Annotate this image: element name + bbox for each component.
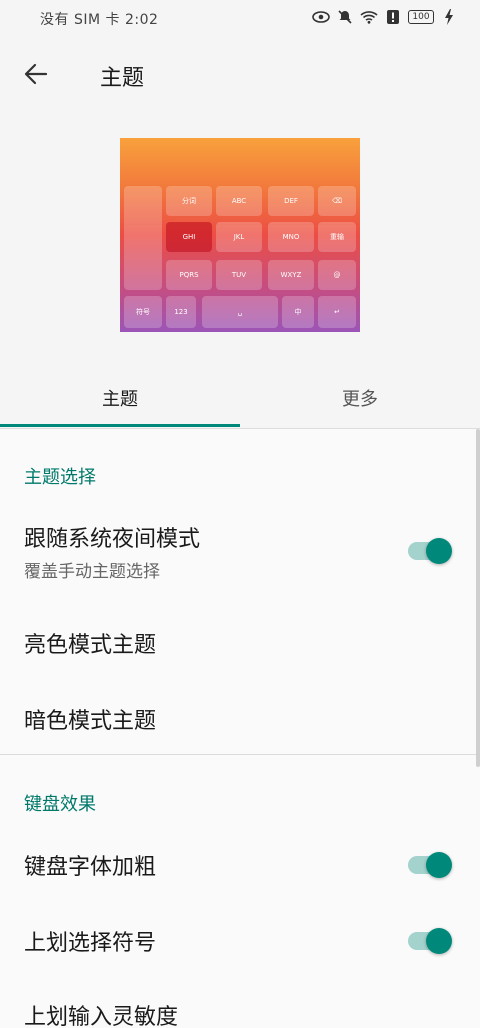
- section-divider: [0, 754, 476, 755]
- wifi-icon: [360, 8, 378, 26]
- preview-key: ABC: [216, 186, 262, 216]
- mute-icon: [336, 8, 354, 26]
- preview-backspace-key: ⌫: [318, 186, 356, 216]
- keyboard-preview[interactable]: 分词 ABC DEF ⌫ GHI JKL MNO 重输 PQRS TUV WXY…: [120, 138, 360, 332]
- setting-title: 键盘字体加粗: [24, 855, 157, 880]
- section-header-theme: 主题选择: [24, 467, 96, 488]
- preview-key: 重输: [318, 222, 356, 252]
- preview-key: TUV: [216, 260, 262, 290]
- toggle-thumb: [426, 928, 452, 954]
- setting-title: 暗色模式主题: [24, 709, 157, 734]
- setting-swipe-up-symbol[interactable]: 上划选择符号: [0, 905, 476, 975]
- tab-indicator: [0, 424, 240, 427]
- back-button[interactable]: [18, 56, 54, 92]
- preview-side-key: [124, 186, 162, 290]
- setting-dark-theme[interactable]: 暗色模式主题: [0, 685, 476, 755]
- charging-icon: [440, 8, 458, 26]
- tab-bar: 主题 更多: [0, 368, 480, 428]
- setting-light-theme[interactable]: 亮色模式主题: [0, 609, 476, 679]
- setting-bold-font[interactable]: 键盘字体加粗: [0, 829, 476, 899]
- preview-key: 分词: [166, 186, 212, 216]
- bold-font-toggle[interactable]: [408, 852, 452, 878]
- setting-swipe-sensitivity[interactable]: 上划输入灵敏度: [0, 985, 476, 1028]
- back-arrow-icon: [24, 63, 48, 85]
- preview-key: @: [318, 260, 356, 290]
- page-title: 主题: [100, 66, 145, 91]
- preview-key: JKL: [216, 222, 262, 252]
- scrollbar[interactable]: [476, 429, 480, 767]
- setting-title: 亮色模式主题: [24, 633, 157, 658]
- toggle-thumb: [426, 852, 452, 878]
- preview-key: PQRS: [166, 260, 212, 290]
- eye-icon: [312, 8, 330, 26]
- settings-list[interactable]: 主题选择 跟随系统夜间模式 覆盖手动主题选择 亮色模式主题 暗色模式主题 键盘效…: [0, 429, 480, 1028]
- toggle-thumb: [426, 538, 452, 564]
- tab-more[interactable]: 更多: [240, 368, 480, 428]
- setting-subtitle: 覆盖手动主题选择: [24, 562, 160, 582]
- preview-symbol-key: 符号: [124, 296, 162, 328]
- setting-title: 跟随系统夜间模式: [24, 527, 201, 552]
- preview-enter-key: ↵: [318, 296, 356, 328]
- status-carrier-time: 没有 SIM 卡 2:02: [40, 12, 159, 28]
- preview-space-key: ␣: [202, 296, 278, 328]
- preview-key: MNO: [268, 222, 314, 252]
- preview-key: DEF: [268, 186, 314, 216]
- battery-icon: 100: [408, 10, 434, 24]
- setting-title: 上划输入灵敏度: [24, 1005, 179, 1028]
- swipe-up-symbol-toggle[interactable]: [408, 928, 452, 954]
- preview-key: WXYZ: [268, 260, 314, 290]
- setting-follow-system-night-mode[interactable]: 跟随系统夜间模式 覆盖手动主题选择: [0, 509, 476, 599]
- follow-system-toggle[interactable]: [408, 538, 452, 564]
- alert-icon: [384, 8, 402, 26]
- setting-title: 上划选择符号: [24, 931, 157, 956]
- status-bar: 没有 SIM 卡 2:02 100: [0, 0, 480, 36]
- preview-key: GHI: [166, 222, 212, 252]
- app-bar: 主题: [0, 36, 480, 112]
- tab-theme[interactable]: 主题: [0, 368, 240, 428]
- preview-lang-key: 中: [282, 296, 314, 328]
- preview-number-key: 123: [166, 296, 196, 328]
- status-icons: 100: [312, 8, 458, 26]
- section-header-keyboard-effects: 键盘效果: [24, 794, 96, 815]
